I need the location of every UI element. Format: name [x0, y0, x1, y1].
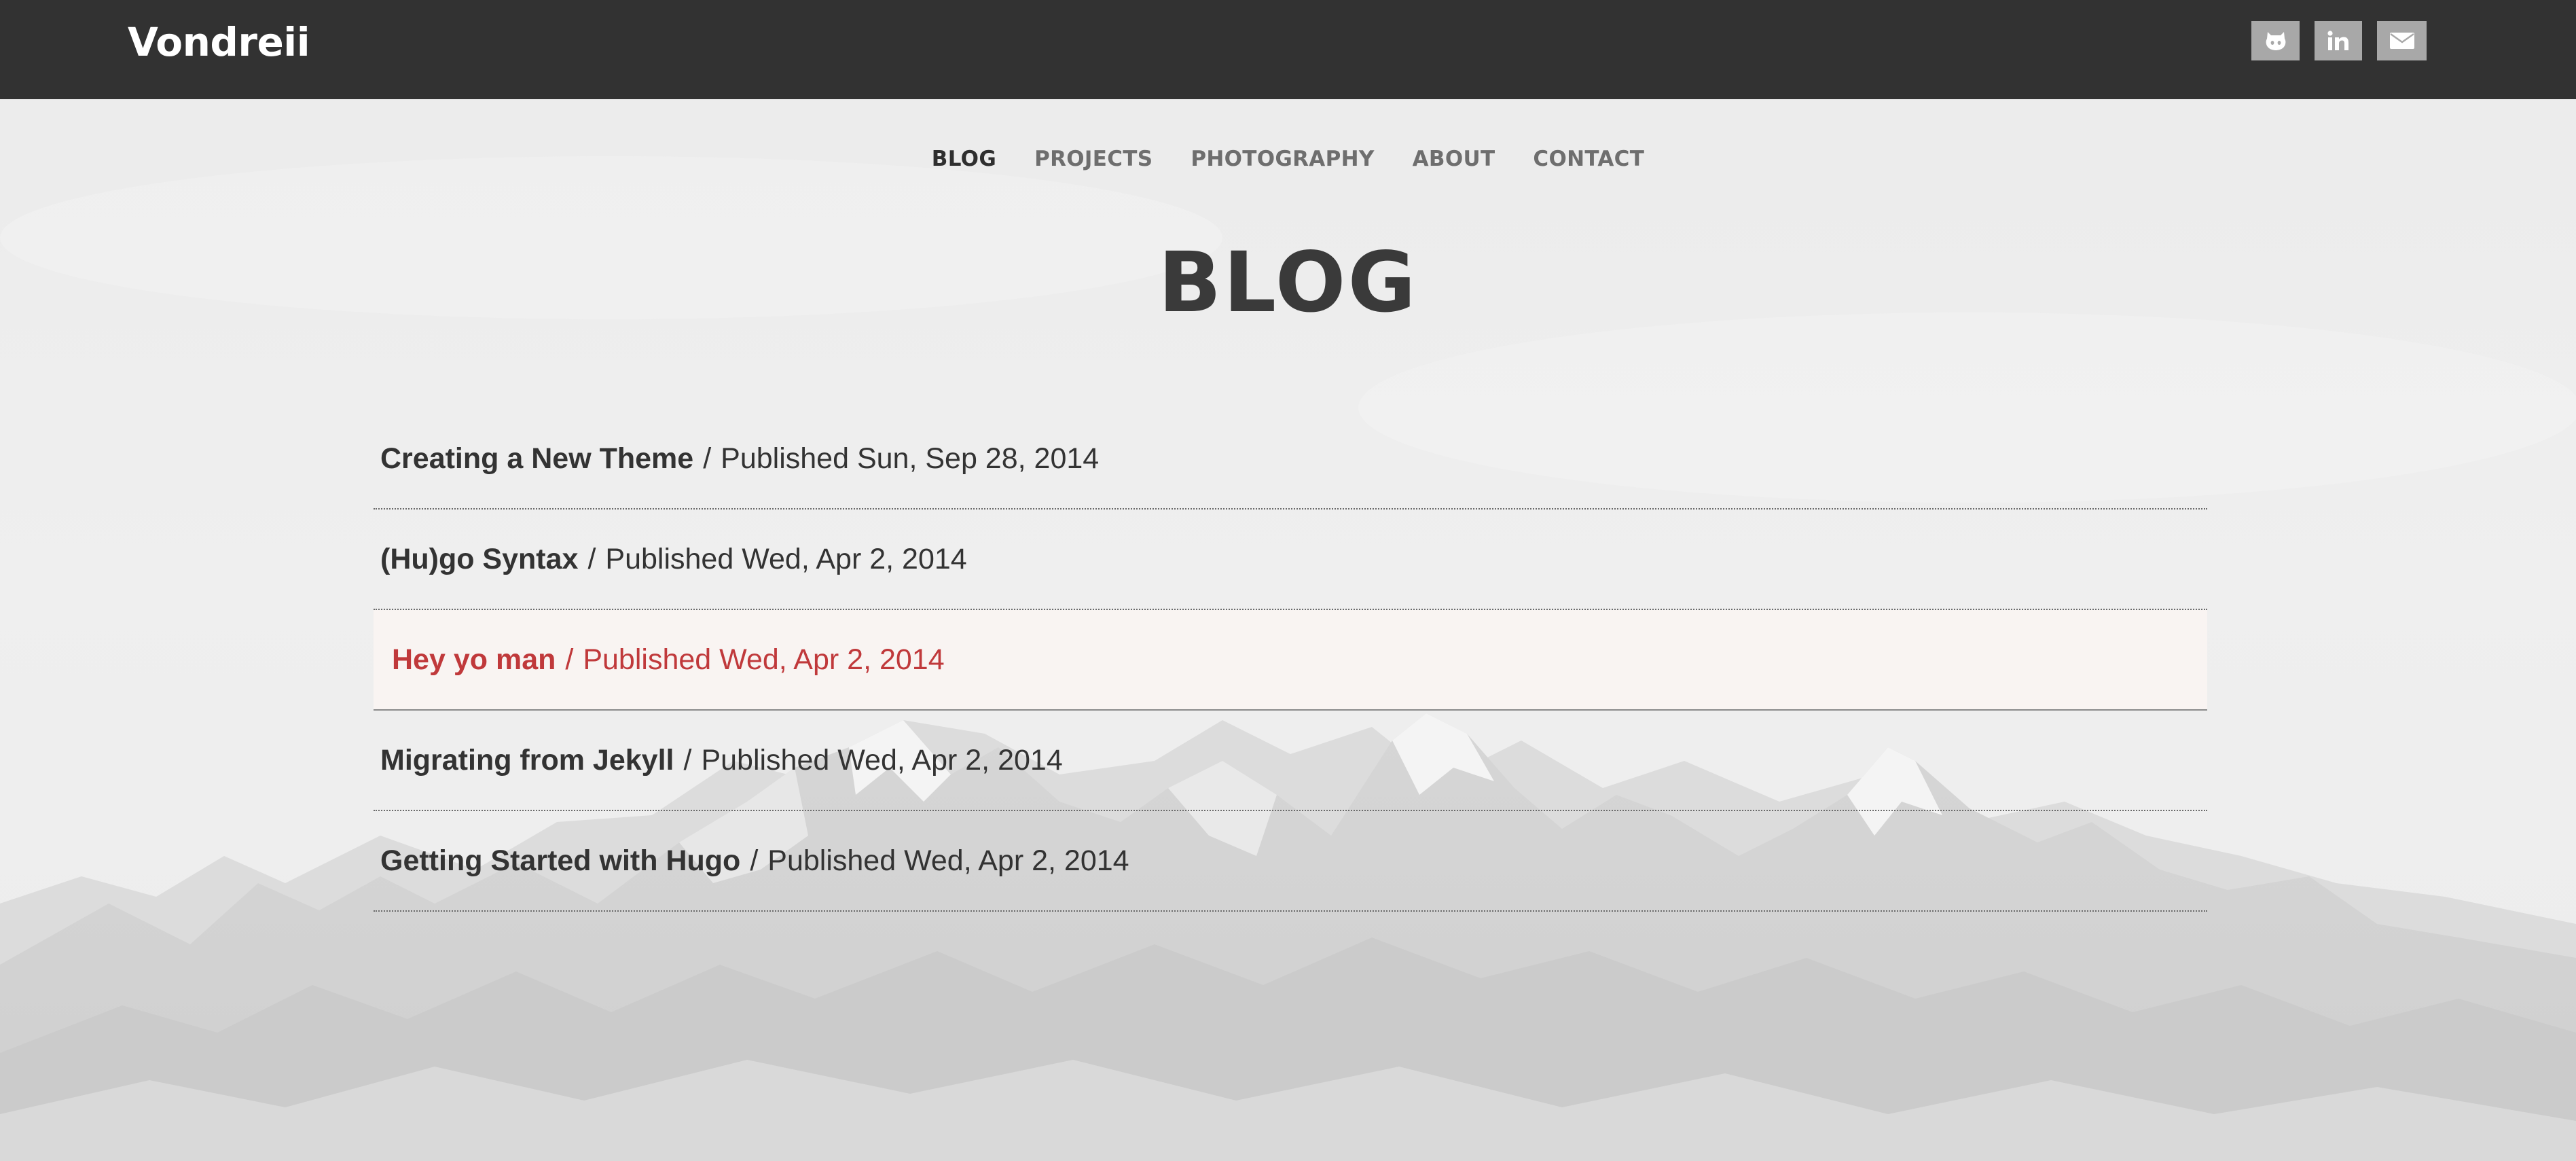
post-separator: / — [587, 542, 596, 575]
nav-item-photography[interactable]: PHOTOGRAPHY — [1172, 147, 1393, 171]
email-link[interactable] — [2377, 21, 2427, 60]
post-list-item[interactable]: Creating a New Theme / Published Sun, Se… — [374, 409, 2207, 510]
post-title[interactable]: (Hu)go Syntax — [380, 543, 578, 576]
github-icon — [2264, 31, 2287, 51]
post-title[interactable]: Hey yo man — [392, 643, 556, 677]
post-separator: / — [683, 743, 692, 776]
main-nav: BLOG PROJECTS PHOTOGRAPHY ABOUT CONTACT — [0, 147, 2576, 171]
post-published-date: Published Wed, Apr 2, 2014 — [605, 542, 967, 575]
post-published-date: Published Sun, Sep 28, 2014 — [721, 442, 1100, 475]
nav-item-contact[interactable]: CONTACT — [1514, 147, 1663, 171]
post-separator: / — [703, 442, 712, 475]
post-list-item[interactable]: Getting Started with Hugo / Published We… — [374, 811, 2207, 912]
post-list-item-hovered[interactable]: Hey yo man / Published Wed, Apr 2, 2014 — [374, 610, 2207, 711]
post-title[interactable]: Creating a New Theme — [380, 442, 693, 476]
page: Vondreii BLOG PROJECTS PHOTOGRAPHY ABOUT… — [0, 0, 2576, 1161]
site-brand-link[interactable]: Vondreii — [128, 19, 310, 65]
envelope-icon — [2389, 31, 2415, 50]
post-title[interactable]: Getting Started with Hugo — [380, 844, 740, 878]
nav-item-projects[interactable]: PROJECTS — [1015, 147, 1172, 171]
top-bar: Vondreii — [0, 0, 2576, 99]
github-link[interactable] — [2251, 21, 2300, 60]
post-published-date: Published Wed, Apr 2, 2014 — [701, 743, 1063, 776]
post-title[interactable]: Migrating from Jekyll — [380, 744, 674, 777]
linkedin-icon — [2327, 30, 2350, 52]
post-separator: / — [750, 844, 759, 877]
post-list-item[interactable]: Migrating from Jekyll / Published Wed, A… — [374, 711, 2207, 811]
nav-item-blog[interactable]: BLOG — [913, 147, 1015, 171]
page-title: BLOG — [1158, 234, 1418, 331]
nav-item-about[interactable]: ABOUT — [1394, 147, 1514, 171]
linkedin-link[interactable] — [2315, 21, 2362, 60]
post-published-date: Published Wed, Apr 2, 2014 — [583, 643, 945, 676]
post-list: Creating a New Theme / Published Sun, Se… — [374, 409, 2207, 912]
post-separator: / — [565, 643, 574, 676]
post-published-date: Published Wed, Apr 2, 2014 — [767, 844, 1129, 877]
post-list-item[interactable]: (Hu)go Syntax / Published Wed, Apr 2, 20… — [374, 510, 2207, 610]
